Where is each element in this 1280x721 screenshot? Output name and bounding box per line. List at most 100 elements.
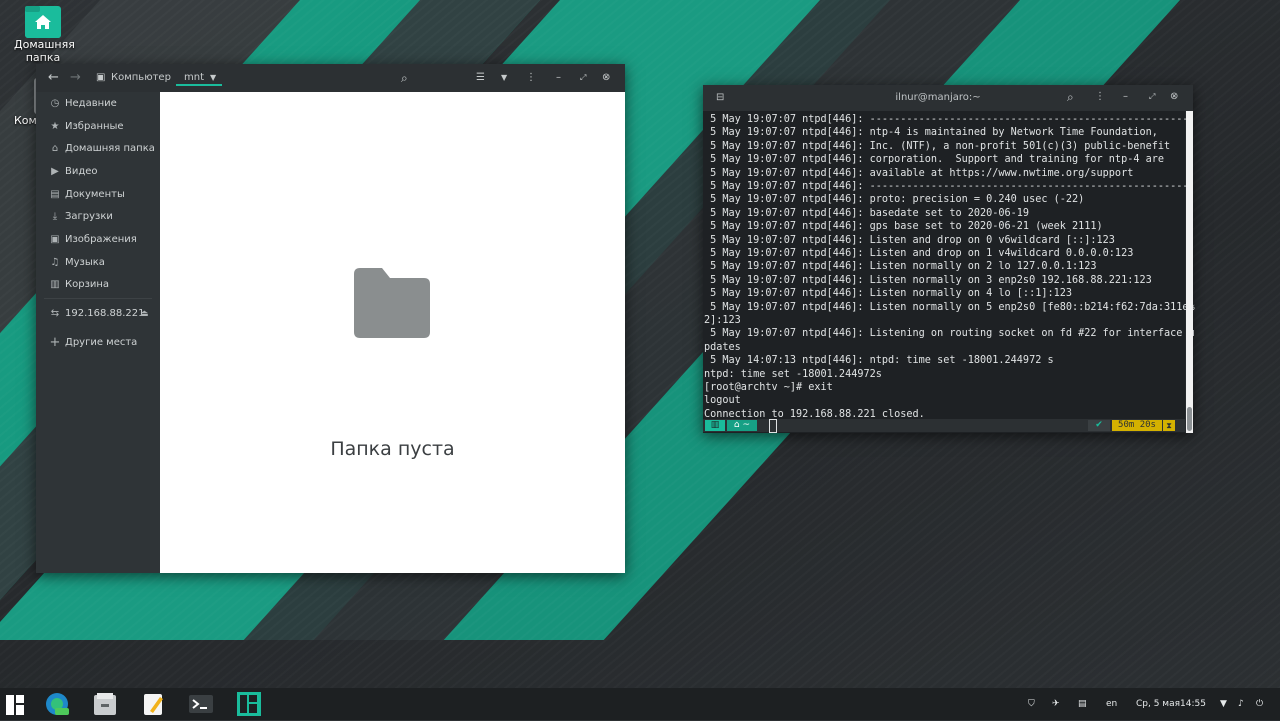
- sidebar-item-label: Документы: [65, 189, 125, 200]
- terminal-line: 5 May 19:07:07 ntpd[446]: corporation. S…: [704, 154, 1165, 166]
- terminal-line: 5 May 19:07:07 ntpd[446]: Listening on r…: [704, 328, 1195, 340]
- download-icon: ⤓: [52, 211, 58, 222]
- sidebar-item-recent[interactable]: ◷ Недавние: [36, 94, 160, 114]
- taskbar-app-files[interactable]: [92, 691, 118, 717]
- terminal-line: 5 May 19:07:07 ntpd[446]: Listen normall…: [704, 261, 1097, 273]
- menu-dots-icon[interactable]: ⋮: [526, 64, 536, 92]
- security-shield-icon[interactable]: ⛉: [1028, 688, 1035, 720]
- taskbar-app-terminal[interactable]: [188, 691, 214, 717]
- terminal-line: 5 May 19:07:07 ntpd[446]: --------------…: [704, 114, 1195, 125]
- sidebar-item-starred[interactable]: ★ Избранные: [36, 117, 160, 137]
- location-computer[interactable]: Компьютер: [111, 64, 171, 92]
- music-icon: ♫: [50, 257, 60, 268]
- terminal-line: 2]:123: [704, 315, 741, 326]
- sidebar-item-other-locations[interactable]: + Другие места: [36, 333, 160, 353]
- back-arrow-icon[interactable]: ←: [48, 64, 59, 92]
- path-segment-label: mnt: [184, 72, 204, 83]
- sidebar-item-music[interactable]: ♫ Музыка: [36, 253, 160, 273]
- power-icon[interactable]: ⏻: [1256, 688, 1263, 720]
- search-icon[interactable]: ⌕: [1067, 90, 1074, 105]
- terminal-line: 5 May 19:07:07 ntpd[446]: Inc. (NTF), a …: [704, 140, 1171, 152]
- terminal-scrollbar[interactable]: [1186, 111, 1193, 433]
- close-icon[interactable]: ⊗: [1170, 91, 1178, 102]
- maximize-icon[interactable]: ⤢: [580, 64, 586, 92]
- taskbar-app-manjaro[interactable]: [236, 691, 262, 717]
- close-icon[interactable]: ⊗: [602, 64, 610, 92]
- prompt-directory: ⌂ ~: [727, 420, 757, 431]
- hourglass-icon: ⧗: [1163, 420, 1175, 431]
- terminal-line: 5 May 19:07:07 ntpd[446]: ntp-4 is maint…: [704, 127, 1158, 139]
- desktop-icon-label: Домашняя папка: [14, 38, 75, 64]
- forward-arrow-icon[interactable]: →: [70, 64, 81, 92]
- desktop-icon-home[interactable]: Домашняя папка: [14, 6, 75, 64]
- empty-folder-icon: [354, 268, 430, 342]
- terminal-icon: [189, 695, 213, 713]
- list-view-icon[interactable]: ☰: [476, 64, 485, 92]
- chevron-down-icon: ▼: [210, 73, 217, 82]
- tray-date[interactable]: Ср, 5 мая: [1136, 688, 1180, 720]
- sidebar-item-label: Корзина: [65, 279, 110, 290]
- sidebar-item-pictures[interactable]: ▣ Изображения: [36, 230, 160, 250]
- clock-icon: ◷: [50, 98, 60, 109]
- terminal-window: ⊟ ilnur@manjaro:~ ⌕ ⋮ – ⤢ ⊗ 5 May 19:07:…: [703, 85, 1195, 433]
- empty-folder-message: Папка пуста: [330, 438, 455, 460]
- sidebar-item-video[interactable]: ▶ Видео: [36, 162, 160, 182]
- sidebar-item-label: Избранные: [65, 121, 124, 132]
- sidebar-divider: [44, 298, 152, 299]
- minimize-icon[interactable]: –: [1123, 91, 1128, 102]
- terminal-cursor: [769, 419, 777, 433]
- file-manager-headerbar: ← → ▣ Компьютер mnt ▼ ⌕ ☰ ▼ ⋮ – ⤢ ⊗: [36, 64, 625, 92]
- maximize-icon[interactable]: ⤢: [1149, 92, 1155, 102]
- keyboard-layout[interactable]: en: [1106, 688, 1117, 720]
- status-check-icon: ✔: [1088, 420, 1110, 431]
- terminal-line: 5 May 19:07:07 ntpd[446]: Listen and dro…: [704, 234, 1115, 246]
- video-icon: ▶: [51, 166, 59, 177]
- star-icon: ★: [50, 121, 60, 132]
- sidebar-item-home[interactable]: ⌂ Домашняя папка: [36, 139, 160, 159]
- view-options-chevron-icon[interactable]: ▼: [501, 64, 507, 92]
- computer-icon: ▣: [96, 72, 106, 83]
- text-editor-icon: [144, 694, 163, 715]
- sidebar-item-label: Загрузки: [65, 211, 113, 222]
- volume-icon[interactable]: ♪: [1238, 688, 1244, 720]
- path-segment-mnt[interactable]: mnt ▼: [176, 64, 222, 86]
- wifi-icon[interactable]: ▼: [1220, 688, 1227, 720]
- sidebar-item-trash[interactable]: ▥ Корзина: [36, 275, 160, 295]
- terminal-line: 5 May 14:07:13 ntpd[446]: ntpd: time set…: [704, 355, 1054, 367]
- scrollbar-thumb[interactable]: [1187, 407, 1192, 431]
- manjaro-menu-button[interactable]: [4, 691, 30, 717]
- terminal-line: 5 May 19:07:07 ntpd[446]: gps base set t…: [704, 221, 1103, 233]
- terminal-line: 5 May 19:07:07 ntpd[446]: basedate set t…: [704, 207, 1030, 219]
- sidebar: ◷ Недавние ★ Избранные ⌂ Домашняя папка …: [36, 92, 160, 573]
- home-icon: ⌂: [51, 143, 59, 154]
- terminal-output[interactable]: 5 May 19:07:07 ntpd[446]: --------------…: [703, 111, 1195, 433]
- image-icon: ▣: [50, 234, 60, 245]
- sidebar-item-label: Изображения: [65, 234, 137, 245]
- sidebar-item-label: Домашняя папка: [65, 143, 155, 154]
- telegram-icon[interactable]: ✈: [1052, 688, 1060, 720]
- taskbar: ⛉ ✈ ▤ en Ср, 5 мая 14:55 ▼ ♪ ⏻: [0, 688, 1280, 720]
- trash-icon: ▥: [50, 279, 60, 290]
- menu-dots-icon[interactable]: ⋮: [1095, 91, 1105, 102]
- minimize-icon[interactable]: –: [556, 64, 561, 92]
- edge-icon: [46, 693, 69, 715]
- sidebar-item-documents[interactable]: ▤ Документы: [36, 185, 160, 205]
- terminal-line: 5 May 19:07:07 ntpd[446]: Listen and dro…: [704, 248, 1134, 259]
- sidebar-item-downloads[interactable]: ⤓ Загрузки: [36, 207, 160, 227]
- home-folder-icon: [25, 6, 61, 38]
- prompt-directory-label: ~: [742, 420, 751, 430]
- manjaro-logo-icon: ▥: [705, 420, 725, 431]
- taskbar-app-text-editor[interactable]: [140, 691, 166, 717]
- taskbar-app-edge[interactable]: [44, 691, 70, 717]
- home-icon: ⌂: [733, 420, 740, 430]
- elapsed-time: 50m 20s: [1112, 420, 1162, 431]
- document-icon: ▤: [50, 189, 60, 200]
- eject-icon[interactable]: ⏏: [140, 304, 149, 324]
- files-icon: [94, 693, 116, 715]
- terminal-line: ntpd: time set -18001.244972s: [704, 368, 882, 380]
- terminal-line: logout: [704, 395, 741, 407]
- sidebar-item-network-drive[interactable]: ⇆ 192.168.88.221 ⏏: [36, 304, 160, 324]
- clipboard-icon[interactable]: ▤: [1078, 688, 1087, 720]
- tray-time[interactable]: 14:55: [1180, 688, 1206, 720]
- search-icon[interactable]: ⌕: [401, 64, 408, 92]
